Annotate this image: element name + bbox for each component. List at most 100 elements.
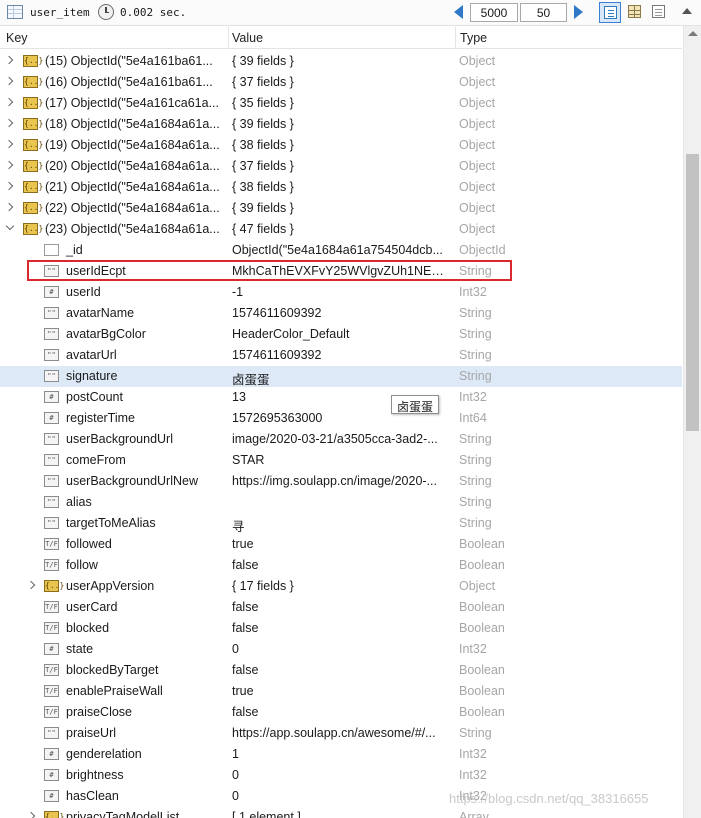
field-row[interactable]: # genderelation 1 Int32: [0, 744, 682, 765]
table-view-button[interactable]: [624, 2, 646, 23]
key-column-header[interactable]: Key: [6, 31, 28, 45]
field-row[interactable]: "" comeFrom STAR String: [0, 450, 682, 471]
field-row[interactable]: "" alias String: [0, 492, 682, 513]
document-row[interactable]: {..} (20) ObjectId("5e4a1684a61a... { 37 f…: [0, 156, 682, 177]
row-type: Int32: [459, 285, 487, 299]
field-row[interactable]: T/F userCard false Boolean: [0, 597, 682, 618]
string-icon: "": [44, 496, 59, 508]
string-icon: "": [44, 433, 59, 445]
row-value: 1574611609392: [232, 306, 322, 320]
column-divider[interactable]: [228, 27, 229, 49]
row-type: Boolean: [459, 537, 505, 551]
row-value: 寻: [232, 520, 245, 534]
expand-arrow-icon[interactable]: [4, 181, 14, 191]
field-row[interactable]: T/F blockedByTarget false Boolean: [0, 660, 682, 681]
boolean-icon: T/F: [44, 685, 59, 697]
previous-page-icon[interactable]: [454, 5, 463, 19]
object-icon: {..}: [23, 97, 44, 109]
field-row[interactable]: T/F praiseClose false Boolean: [0, 702, 682, 723]
row-type: Object: [459, 579, 496, 593]
field-row[interactable]: {..} userAppVersion { 17 fields } Object: [0, 576, 682, 597]
scroll-up-icon[interactable]: [682, 8, 692, 14]
row-value: 0: [232, 768, 239, 782]
query-time: 0.002 sec.: [120, 6, 187, 19]
document-row[interactable]: {..} (23) ObjectId("5e4a1684a61a... { 47 f…: [0, 219, 682, 240]
field-row[interactable]: _id ObjectId("5e4a1684a61a754504dcb... Obj…: [0, 240, 682, 261]
field-row[interactable]: "" userBackgroundUrlNew https://img.soulap…: [0, 471, 682, 492]
skip-input[interactable]: 5000: [470, 3, 518, 22]
expand-arrow-icon[interactable]: [4, 76, 14, 86]
document-row[interactable]: {..} (19) ObjectId("5e4a1684a61a... { 38 f…: [0, 135, 682, 156]
type-column-header[interactable]: Type: [460, 31, 487, 45]
object-icon: {..}: [23, 223, 44, 235]
document-row[interactable]: {..} (15) ObjectId("5e4a161ba61... { 39 fi…: [0, 51, 682, 72]
row-key: (19) ObjectId("5e4a1684a61a...: [45, 138, 220, 152]
document-row[interactable]: {..} (16) ObjectId("5e4a161ba61... { 37 fi…: [0, 72, 682, 93]
expand-arrow-icon[interactable]: [4, 118, 14, 128]
row-value: 0: [232, 642, 239, 656]
expand-arrow-icon[interactable]: [4, 55, 14, 65]
field-row[interactable]: T/F blocked false Boolean: [0, 618, 682, 639]
field-row[interactable]: T/F followed true Boolean: [0, 534, 682, 555]
field-row[interactable]: "" avatarUrl 1574611609392 String: [0, 345, 682, 366]
row-key: userId: [66, 285, 101, 299]
row-key: state: [66, 642, 94, 656]
field-row[interactable]: {..} privacyTagModelList [ 1 element ] Arra…: [0, 807, 682, 818]
row-type: String: [459, 726, 492, 740]
next-page-icon[interactable]: [574, 5, 583, 19]
boolean-icon: T/F: [44, 706, 59, 718]
expand-arrow-icon[interactable]: [4, 139, 14, 149]
row-type: String: [459, 306, 492, 320]
field-row[interactable]: # registerTime 1572695363000 Int64: [0, 408, 682, 429]
vertical-scrollbar[interactable]: [683, 26, 701, 818]
column-divider[interactable]: [455, 27, 456, 49]
field-row[interactable]: # postCount 13 Int32: [0, 387, 682, 408]
row-key: userCard: [66, 600, 118, 614]
string-icon: "": [44, 517, 59, 529]
document-row[interactable]: {..} (17) ObjectId("5e4a161ca61a... { 35 f…: [0, 93, 682, 114]
document-row[interactable]: {..} (18) ObjectId("5e4a1684a61a... { 39 f…: [0, 114, 682, 135]
value-column-header[interactable]: Value: [232, 31, 263, 45]
row-key: registerTime: [66, 411, 135, 425]
collapse-arrow-icon[interactable]: [5, 221, 15, 231]
tree-view-button[interactable]: [599, 2, 621, 23]
number-icon: #: [44, 769, 59, 781]
field-row[interactable]: "" userBackgroundUrl image/2020-03-21/a350…: [0, 429, 682, 450]
row-type: Int32: [459, 768, 487, 782]
expand-arrow-icon[interactable]: [26, 811, 36, 818]
row-key: praiseClose: [66, 705, 133, 719]
field-row[interactable]: # state 0 Int32: [0, 639, 682, 660]
limit-input[interactable]: 50: [520, 3, 567, 22]
row-value: { 17 fields }: [232, 579, 294, 593]
field-row[interactable]: # brightness 0 Int32: [0, 765, 682, 786]
field-row[interactable]: T/F follow false Boolean: [0, 555, 682, 576]
expand-arrow-icon[interactable]: [4, 202, 14, 212]
value-tooltip: 卤蛋蛋: [391, 395, 440, 414]
row-type: Array: [459, 810, 489, 818]
field-row[interactable]: "" praiseUrl https://app.soulapp.cn/awesom…: [0, 723, 682, 744]
scroll-up-arrow-icon[interactable]: [688, 31, 698, 36]
field-row[interactable]: "" targetToMeAlias 寻 String: [0, 513, 682, 534]
expand-arrow-icon[interactable]: [4, 160, 14, 170]
field-row[interactable]: "" avatarBgColor HeaderColor_Default String: [0, 324, 682, 345]
text-view-button[interactable]: [648, 2, 670, 23]
field-row[interactable]: # userId -1 Int32: [0, 282, 682, 303]
expand-arrow-icon[interactable]: [4, 97, 14, 107]
row-type: ObjectId: [459, 243, 506, 257]
scrollbar-thumb[interactable]: [686, 154, 699, 431]
number-icon: #: [44, 391, 59, 403]
field-row[interactable]: T/F enablePraiseWall true Boolean: [0, 681, 682, 702]
row-type: Int32: [459, 642, 487, 656]
toolbar: user_item 0.002 sec. 5000 50: [0, 0, 701, 26]
expand-arrow-icon[interactable]: [26, 580, 36, 590]
row-value: 1574611609392: [232, 348, 322, 362]
row-key: avatarBgColor: [66, 327, 146, 341]
document-row[interactable]: {..} (21) ObjectId("5e4a1684a61a... { 38 f…: [0, 177, 682, 198]
row-value: { 39 fields }: [232, 117, 294, 131]
field-row[interactable]: "" signature 卤蛋蛋 String: [0, 366, 682, 387]
object-icon: {..}: [23, 76, 44, 88]
row-key: userAppVersion: [66, 579, 155, 593]
field-row[interactable]: "" avatarName 1574611609392 String: [0, 303, 682, 324]
document-row[interactable]: {..} (22) ObjectId("5e4a1684a61a... { 39 f…: [0, 198, 682, 219]
row-value: 1: [232, 747, 239, 761]
